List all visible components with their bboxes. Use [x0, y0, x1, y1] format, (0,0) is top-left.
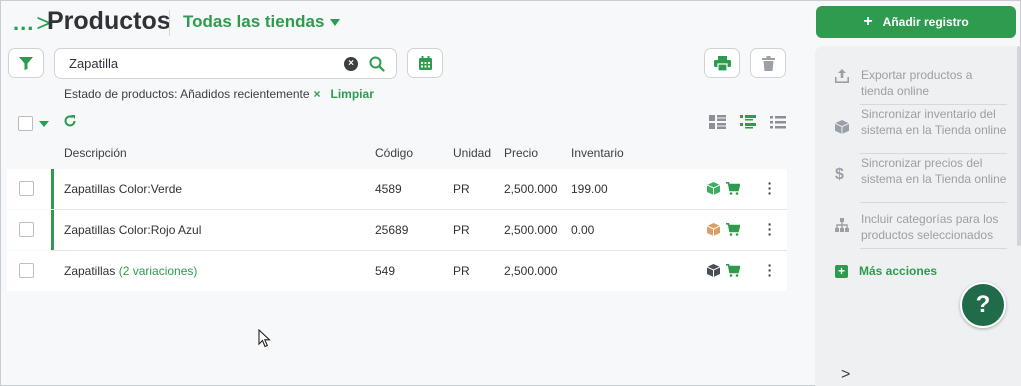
- clear-search-icon[interactable]: ×: [344, 57, 358, 71]
- box-icon: [835, 120, 849, 134]
- column-header-inventory[interactable]: Inventario: [571, 146, 624, 160]
- column-header-price[interactable]: Precio: [504, 146, 538, 160]
- breadcrumb[interactable]: ...>: [13, 9, 51, 37]
- filter-icon: [19, 56, 33, 70]
- page-title: Productos: [47, 7, 171, 35]
- store-selector[interactable]: Todas las tiendas: [183, 12, 341, 32]
- include-categories-action[interactable]: Incluir categorías para los productos se…: [835, 211, 1007, 243]
- mouse-cursor-icon: [258, 329, 271, 348]
- hierarchy-icon: [835, 218, 849, 232]
- more-options-icon[interactable]: · · ·: [765, 176, 775, 200]
- product-price: 2,500.000: [504, 223, 558, 237]
- collapse-panel-chevron-icon[interactable]: >: [841, 366, 850, 384]
- date-filter-button[interactable]: [407, 48, 443, 78]
- row-status-bar: [51, 169, 54, 209]
- grid-view-icon[interactable]: [709, 115, 726, 129]
- calendar-icon: [418, 55, 432, 70]
- product-description[interactable]: Zapatillas Color:Verde: [64, 182, 182, 196]
- more-options-icon[interactable]: · · ·: [765, 258, 775, 282]
- product-unit: PR: [453, 182, 470, 196]
- variations-link[interactable]: (2 variaciones): [119, 264, 198, 278]
- product-inventory: 0.00: [571, 223, 595, 237]
- printer-icon: [713, 55, 731, 71]
- cart-icon[interactable]: [726, 182, 740, 195]
- caret-down-icon: [330, 19, 341, 27]
- panel-divider: [860, 104, 1007, 105]
- product-price: 2,500.000: [504, 264, 558, 278]
- search-input[interactable]: [69, 56, 329, 71]
- search-field[interactable]: ×: [54, 48, 397, 79]
- row-checkbox[interactable]: [19, 181, 34, 196]
- export-products-action[interactable]: Exportar productos a tienda online: [835, 67, 1007, 99]
- active-filter: Estado de productos: Añadidos recienteme…: [64, 87, 374, 101]
- row-status-bar: [51, 210, 54, 250]
- list-view-icon[interactable]: [770, 116, 786, 129]
- sync-prices-action[interactable]: $ Sincronizar precios del sistema en la …: [835, 155, 1007, 187]
- panel-divider: [860, 153, 1007, 154]
- column-header-code[interactable]: Código: [375, 146, 413, 160]
- product-code: 25689: [375, 223, 409, 237]
- detail-list-view-icon[interactable]: [740, 115, 756, 129]
- remove-filter-icon[interactable]: ×: [314, 87, 321, 101]
- filter-button[interactable]: [8, 48, 44, 78]
- refresh-icon[interactable]: [63, 114, 77, 128]
- help-button[interactable]: ?: [960, 282, 1006, 328]
- select-all-checkbox[interactable]: [18, 116, 33, 131]
- select-dropdown-icon[interactable]: [39, 121, 49, 127]
- column-header-description[interactable]: Descripción: [64, 146, 127, 160]
- header-divider: [169, 10, 170, 36]
- product-inventory: 199.00: [571, 182, 608, 196]
- search-icon[interactable]: [369, 56, 385, 72]
- row-checkbox[interactable]: [19, 222, 34, 237]
- product-description[interactable]: Zapatillas (2 variaciones): [64, 264, 197, 278]
- upload-icon: [835, 69, 849, 83]
- product-unit: PR: [453, 223, 470, 237]
- print-button[interactable]: [704, 48, 740, 78]
- clear-filters-link[interactable]: Limpiar: [331, 87, 374, 101]
- trash-icon: [761, 55, 775, 71]
- delete-button[interactable]: [750, 48, 786, 78]
- box-icon: [707, 223, 720, 236]
- add-record-button[interactable]: + Añadir registro: [816, 6, 1016, 38]
- column-header-unit[interactable]: Unidad: [453, 146, 491, 160]
- more-actions-button[interactable]: + Más acciones: [835, 264, 937, 278]
- product-code: 549: [375, 264, 396, 278]
- box-icon: [707, 264, 720, 277]
- panel-scrollbar[interactable]: [1017, 46, 1021, 246]
- table-row[interactable]: Zapatillas Color:Verde 4589 PR 2,500.000…: [7, 169, 787, 209]
- table-row[interactable]: Zapatillas (2 variaciones) 549 PR 2,500.…: [7, 251, 787, 291]
- product-unit: PR: [453, 264, 470, 278]
- product-code: 4589: [375, 182, 402, 196]
- dollar-icon: $: [835, 166, 844, 183]
- cart-icon[interactable]: [726, 264, 740, 277]
- plus-icon: +: [863, 13, 873, 30]
- box-icon: [707, 182, 720, 195]
- table-row[interactable]: Zapatillas Color:Rojo Azul 25689 PR 2,50…: [7, 210, 787, 250]
- product-description[interactable]: Zapatillas Color:Rojo Azul: [64, 223, 201, 237]
- more-options-icon[interactable]: · · ·: [765, 217, 775, 241]
- plus-square-icon: +: [835, 264, 848, 278]
- actions-panel: Exportar productos a tienda online Sincr…: [815, 46, 1021, 386]
- row-checkbox[interactable]: [19, 263, 34, 278]
- panel-divider: [860, 202, 1007, 203]
- sync-inventory-action[interactable]: Sincronizar inventario del sistema en la…: [835, 106, 1007, 138]
- panel-divider: [860, 248, 1007, 249]
- cart-icon[interactable]: [726, 223, 740, 236]
- product-price: 2,500.000: [504, 182, 558, 196]
